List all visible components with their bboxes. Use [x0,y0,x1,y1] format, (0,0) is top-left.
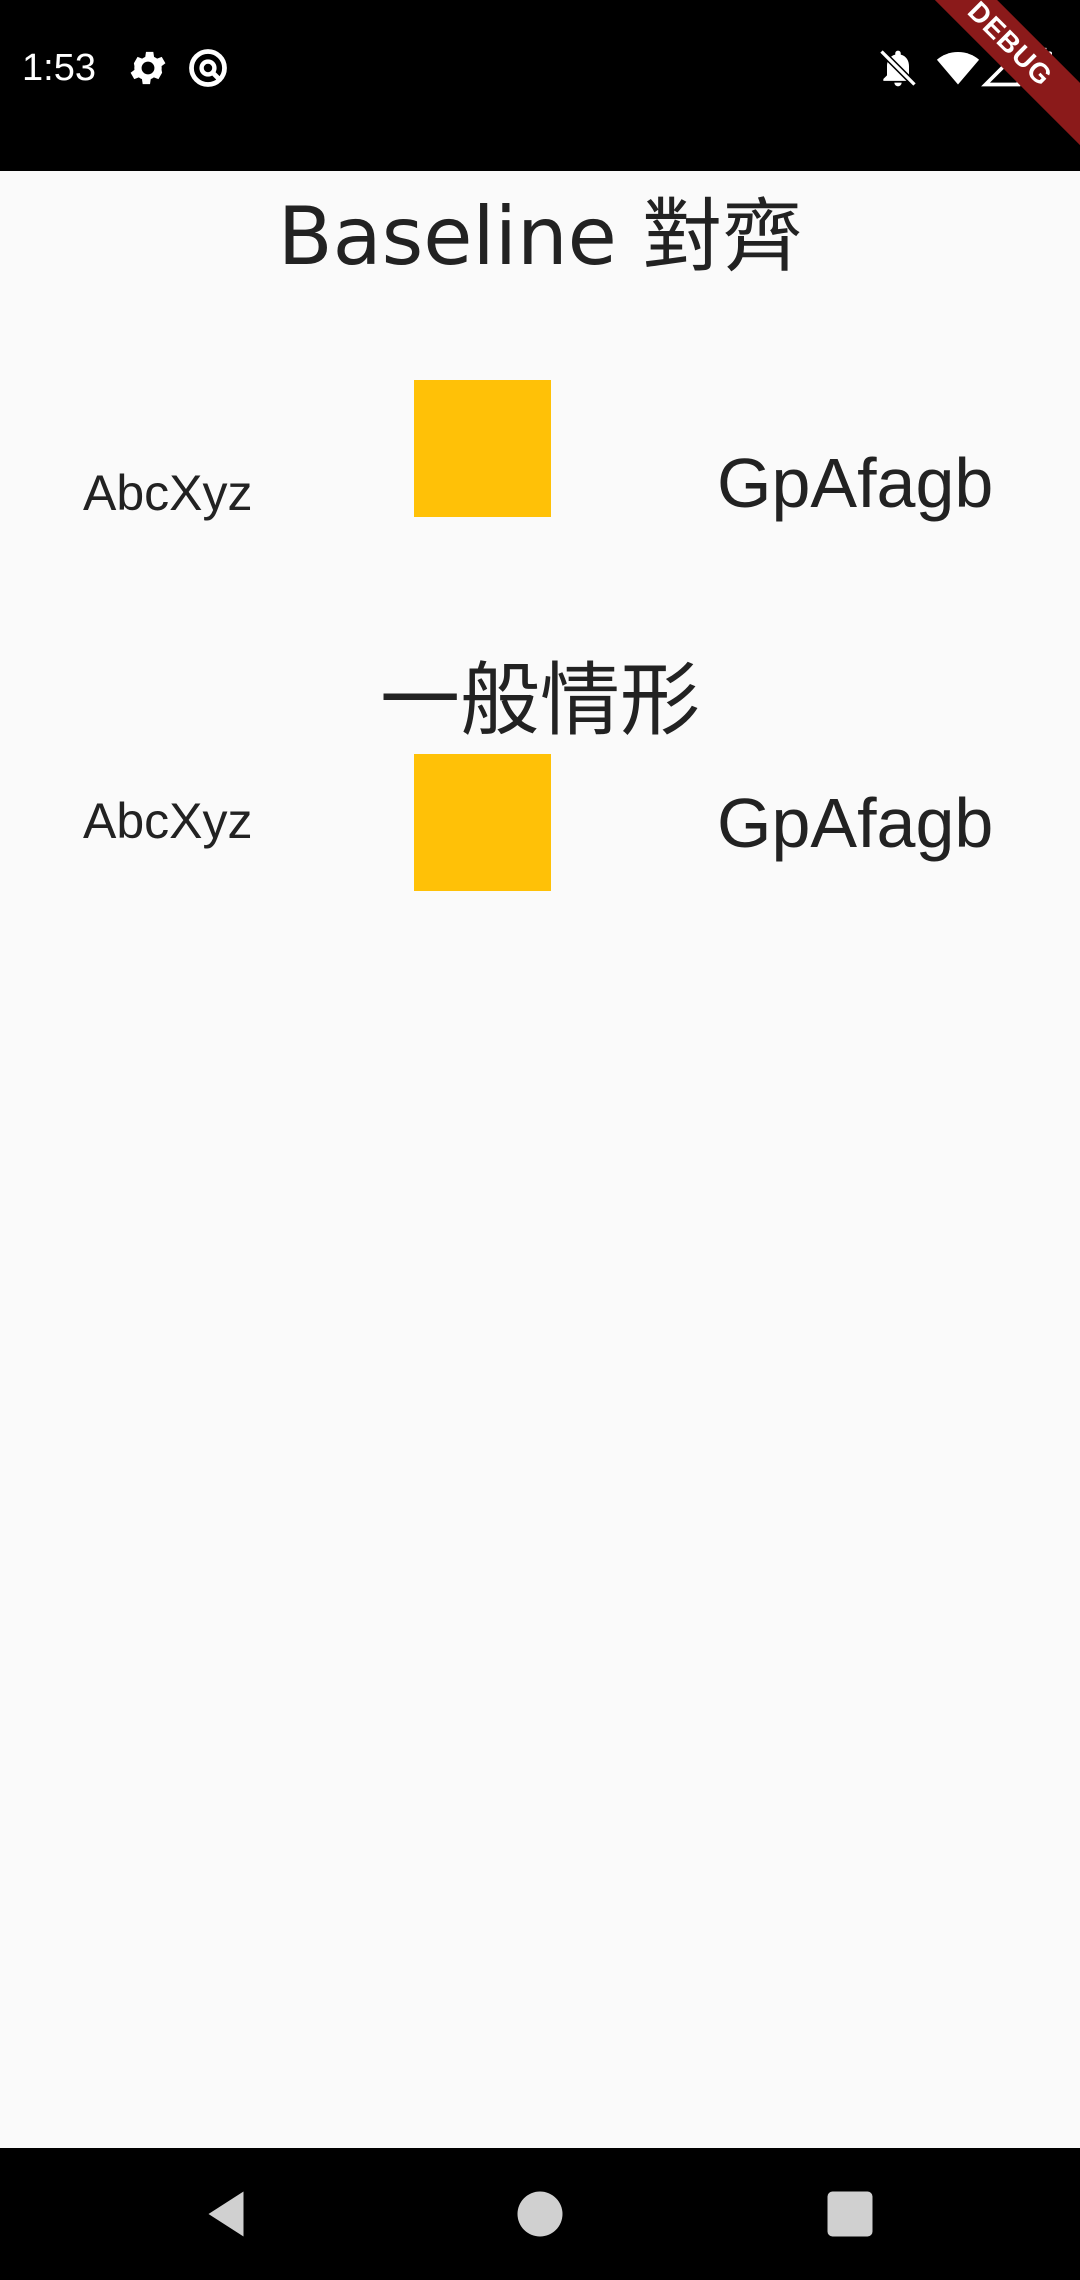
wifi-icon [936,52,980,85]
navigation-bar [0,2148,1080,2280]
normal-amber-box [414,754,551,891]
status-bar: 1:53 DEBUG [0,0,1080,171]
settings-icon [130,51,166,85]
baseline-section-title: Baseline 對齊 [277,190,803,283]
normal-right-text: GpAfagb [717,784,994,862]
data-saver-icon [189,49,227,87]
notifications-off-icon [879,49,917,87]
baseline-right-text: GpAfagb [717,444,994,522]
normal-section-title: 一般情形 [380,654,700,747]
back-icon[interactable] [196,2184,256,2244]
recents-icon[interactable] [820,2184,880,2244]
status-time: 1:53 [22,47,96,89]
baseline-amber-box [414,380,551,517]
main-content: Baseline 對齊 AbcXyz GpAfagb 一般情形 AbcXyz G… [0,171,1080,2148]
home-icon[interactable] [510,2184,570,2244]
baseline-left-text: AbcXyz [83,465,253,521]
normal-left-text: AbcXyz [83,793,253,849]
